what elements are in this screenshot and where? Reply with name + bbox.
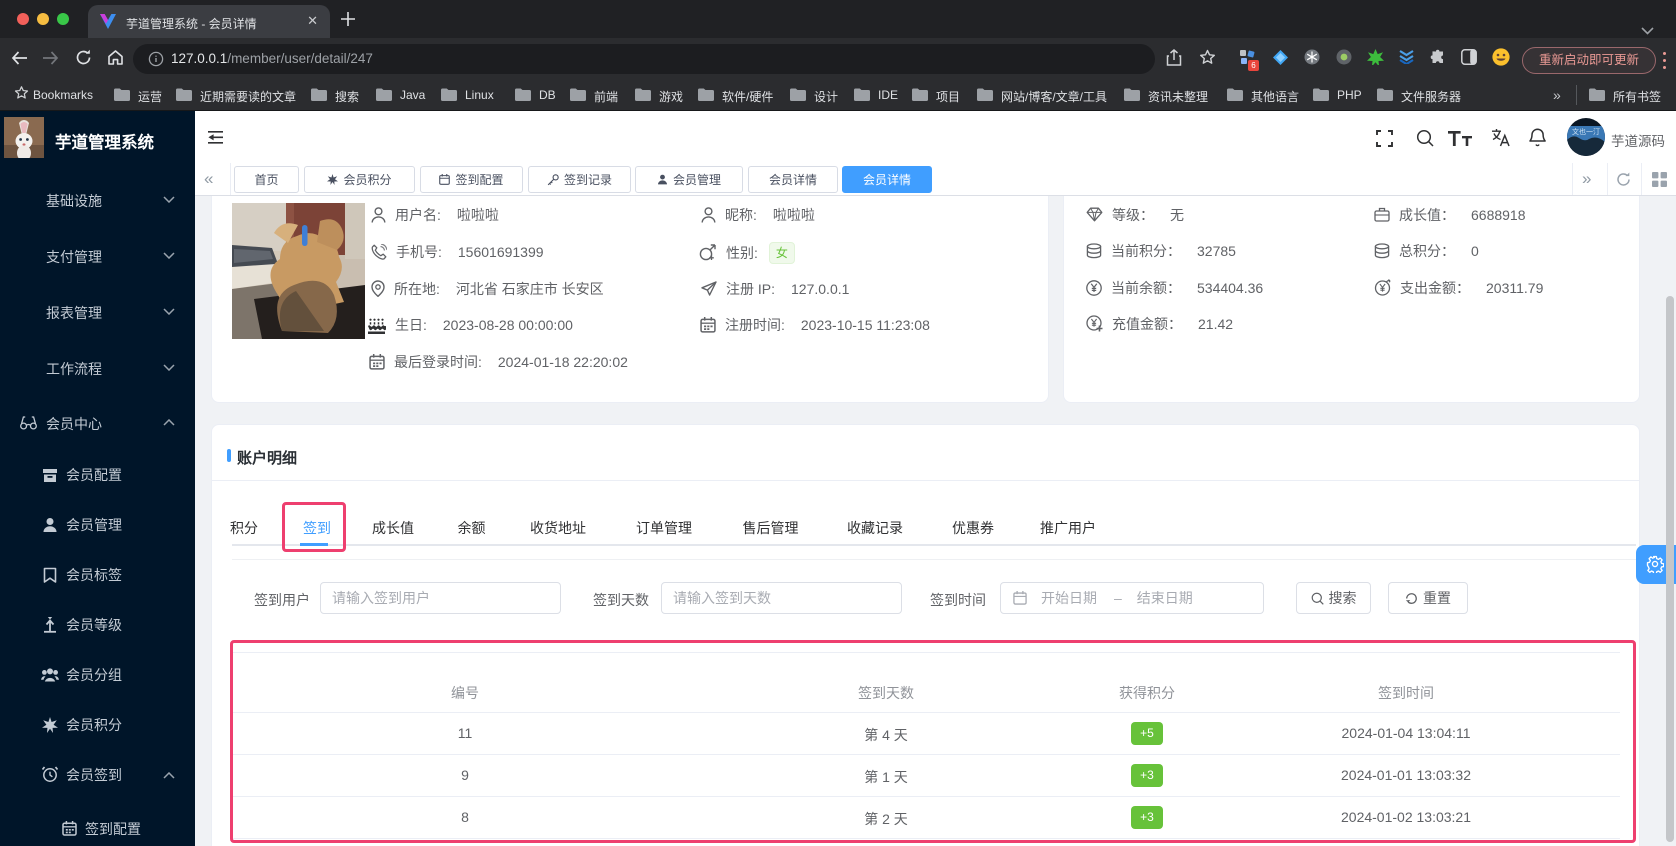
svg-text:文也一汀: 文也一汀 xyxy=(1572,127,1600,136)
